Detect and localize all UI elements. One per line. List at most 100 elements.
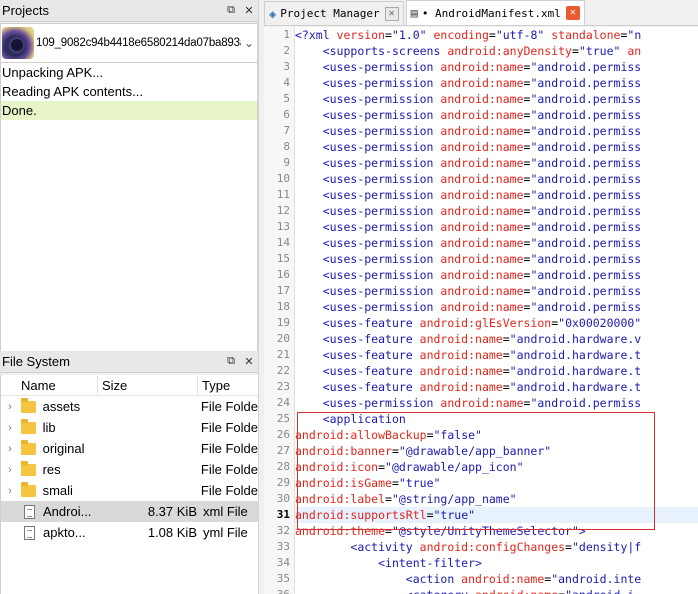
code-token: = bbox=[502, 380, 510, 394]
code-line[interactable]: <uses-permission android:name="android.p… bbox=[295, 75, 698, 91]
tab-android-manifest[interactable]: ▤ • AndroidManifest.xml ✕ bbox=[405, 0, 585, 25]
left-pane: Projects ⧉ ✕ 109_9082c94b4418e6580214da0… bbox=[0, 0, 258, 594]
close-icon[interactable]: ✕ bbox=[384, 6, 399, 21]
code-line[interactable]: android:allowBackup="false" bbox=[295, 427, 698, 443]
code-line[interactable]: <uses-feature android:name="android.hard… bbox=[295, 347, 698, 363]
line-number: 3 bbox=[283, 60, 290, 73]
fs-row[interactable]: Androi... 8.37 KiB xml File bbox=[1, 501, 258, 522]
close-panel-icon[interactable]: ✕ bbox=[240, 4, 258, 17]
line-number: 36 bbox=[264, 587, 294, 594]
expand-arrow-icon[interactable]: › bbox=[1, 422, 19, 434]
expand-arrow-icon[interactable]: › bbox=[1, 401, 19, 413]
fs-item-type: File Folde bbox=[200, 399, 258, 414]
code-line[interactable]: <uses-permission android:name="android.p… bbox=[295, 395, 698, 411]
code-line[interactable]: <uses-permission android:name="android.p… bbox=[295, 107, 698, 123]
column-header-name[interactable]: Name bbox=[1, 378, 97, 393]
code-line[interactable]: <uses-permission android:name="android.p… bbox=[295, 91, 698, 107]
code-area[interactable]: <?xml version="1.0" encoding="utf-8" sta… bbox=[295, 27, 698, 594]
code-token: android:theme bbox=[295, 524, 386, 538]
code-line[interactable]: <activity android:configChanges="density… bbox=[295, 539, 698, 555]
code-line[interactable]: <uses-feature android:name="android.hard… bbox=[295, 379, 698, 395]
code-line[interactable]: <uses-permission android:name="android.p… bbox=[295, 283, 698, 299]
line-number: 26 bbox=[276, 428, 290, 441]
code-line[interactable]: <uses-permission android:name="android.p… bbox=[295, 187, 698, 203]
float-panel-icon[interactable]: ⧉ bbox=[222, 4, 240, 17]
line-number: 29 bbox=[276, 476, 290, 489]
chevron-down-icon[interactable]: ⌄ bbox=[241, 36, 257, 50]
folder-icon bbox=[19, 439, 39, 455]
code-line[interactable]: <supports-screens android:anyDensity="tr… bbox=[295, 43, 698, 59]
folder-icon bbox=[19, 397, 39, 413]
code-token: <uses-feature bbox=[322, 316, 420, 330]
code-token: "android.permiss bbox=[530, 300, 642, 314]
code-line[interactable]: <uses-permission android:name="android.p… bbox=[295, 155, 698, 171]
code-line[interactable]: android:icon="@drawable/app_icon" bbox=[295, 459, 698, 475]
code-line[interactable]: <uses-permission android:name="android.p… bbox=[295, 251, 698, 267]
close-icon[interactable]: ✕ bbox=[565, 6, 580, 20]
tab-label: • AndroidManifest.xml bbox=[421, 6, 561, 20]
fs-row[interactable]: › original File Folde bbox=[1, 438, 258, 459]
code-line[interactable]: <uses-feature android:name="android.hard… bbox=[295, 331, 698, 347]
fs-row[interactable]: apkto... 1.08 KiB yml File bbox=[1, 522, 258, 543]
expand-arrow-icon[interactable]: › bbox=[1, 485, 19, 497]
log-line-done: Done. bbox=[1, 101, 257, 120]
fs-row[interactable]: › assets File Folde bbox=[1, 396, 258, 417]
column-header-type[interactable]: Type bbox=[197, 374, 258, 396]
code-line[interactable]: android:supportsRtl="true" bbox=[295, 507, 698, 523]
code-line[interactable]: android:banner="@drawable/app_banner" bbox=[295, 443, 698, 459]
float-panel-icon[interactable]: ⧉ bbox=[222, 355, 240, 368]
code-line[interactable]: android:label="@string/app_name" bbox=[295, 491, 698, 507]
line-number: 27 bbox=[276, 444, 290, 457]
code-line[interactable]: <uses-permission android:name="android.p… bbox=[295, 235, 698, 251]
code-editor[interactable]: 1 2 3 4 5 6 7 8 9 10 11 12 13 14 15 16 17 18 19 20 21 22 23 24 2… bbox=[264, 27, 698, 594]
code-line[interactable]: <uses-feature android:glEsVersion="0x000… bbox=[295, 315, 698, 331]
code-token: <uses-permission bbox=[322, 60, 441, 74]
fs-row[interactable]: › lib File Folde bbox=[1, 417, 258, 438]
code-token: "android.permiss bbox=[530, 220, 642, 234]
code-line[interactable]: <application bbox=[295, 411, 698, 427]
projects-panel-title: Projects bbox=[2, 3, 49, 18]
code-token: "android.permiss bbox=[530, 236, 642, 250]
code-line[interactable]: <uses-permission android:name="android.p… bbox=[295, 203, 698, 219]
close-panel-icon[interactable]: ✕ bbox=[240, 355, 258, 368]
code-line[interactable]: <category android:name="android.i bbox=[295, 587, 698, 594]
code-token: "density|f bbox=[571, 540, 642, 554]
fs-row[interactable]: › smali File Folde bbox=[1, 480, 258, 501]
fs-row[interactable]: › res File Folde bbox=[1, 459, 258, 480]
code-token: "android.hardware.t bbox=[509, 364, 642, 378]
code-line[interactable]: <uses-permission android:name="android.p… bbox=[295, 123, 698, 139]
file-system-table: Name Size Type › assets File Folde › lib File… bbox=[0, 374, 258, 594]
expand-arrow-icon[interactable]: › bbox=[1, 464, 19, 476]
tab-project-manager[interactable]: ◈ Project Manager ✕ bbox=[264, 1, 404, 25]
code-line[interactable]: <uses-feature android:name="android.hard… bbox=[295, 363, 698, 379]
code-line[interactable]: <uses-permission android:name="android.p… bbox=[295, 299, 698, 315]
code-line[interactable]: android:theme="@style/UnityThemeSelector… bbox=[295, 523, 698, 539]
fs-column-headers: Name Size Type bbox=[1, 374, 258, 396]
code-line[interactable]: android:isGame="true" bbox=[295, 475, 698, 491]
line-number: 32 bbox=[276, 524, 290, 537]
code-line[interactable]: <uses-permission android:name="android.p… bbox=[295, 139, 698, 155]
code-line[interactable]: <uses-permission android:name="android.p… bbox=[295, 171, 698, 187]
project-selector[interactable]: 109_9082c94b4418e6580214da07ba893a ⌄ bbox=[0, 23, 258, 63]
code-line[interactable]: <uses-permission android:name="android.p… bbox=[295, 219, 698, 235]
code-line[interactable]: <intent-filter> bbox=[295, 555, 698, 571]
code-line[interactable]: <action android:name="android.inte bbox=[295, 571, 698, 587]
expand-arrow-icon[interactable]: › bbox=[1, 443, 19, 455]
column-header-size[interactable]: Size bbox=[97, 374, 197, 396]
code-line[interactable]: <uses-permission android:name="android.p… bbox=[295, 59, 698, 75]
code-token: android:name bbox=[440, 284, 524, 298]
editor-tabs: ◈ Project Manager ✕ ▤ • AndroidManifest.… bbox=[264, 0, 698, 26]
code-line[interactable]: <?xml version="1.0" encoding="utf-8" sta… bbox=[295, 27, 698, 43]
code-token: <uses-permission bbox=[322, 108, 441, 122]
code-token: "android.permiss bbox=[530, 284, 642, 298]
code-line[interactable]: <uses-permission android:name="android.p… bbox=[295, 267, 698, 283]
line-number: 17 bbox=[276, 284, 290, 297]
